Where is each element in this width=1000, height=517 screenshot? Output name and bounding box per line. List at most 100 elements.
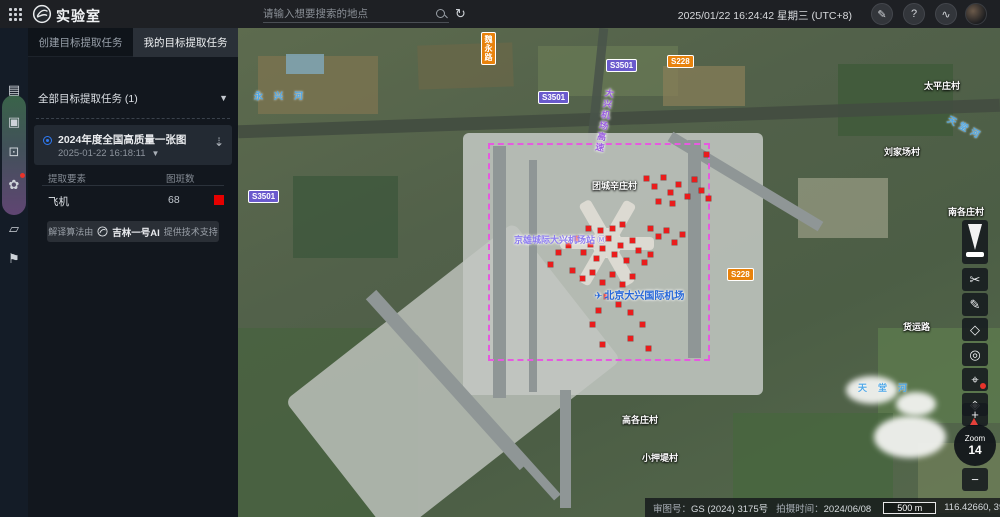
zoom-out-button[interactable]: − [962, 468, 988, 491]
change-detection-icon[interactable]: ⊡ [0, 138, 28, 166]
bookmark-icon[interactable]: ⚑ [0, 245, 28, 273]
tab-create-task[interactable]: 创建目标提取任务 [28, 28, 133, 57]
aircraft-detection-marker[interactable] [699, 188, 704, 193]
map-label-shield-purple: S3501 [606, 59, 637, 72]
map-label-shield-orange: S228 [667, 55, 694, 68]
aircraft-detection-marker[interactable] [628, 310, 633, 315]
annotation-pin-icon[interactable]: ⌖ [962, 368, 988, 391]
aircraft-detection-marker[interactable] [672, 240, 677, 245]
top-bar: 实验室 ↻ 2025/01/22 16:24:42 星期三 (UTC+8) ✎ … [0, 0, 1000, 28]
activity-monitor-icon[interactable]: ∿ [935, 3, 957, 25]
aircraft-detection-marker[interactable] [570, 268, 575, 273]
map-label-road-white: 货运路 [903, 320, 930, 333]
aircraft-detection-marker[interactable] [596, 308, 601, 313]
task-card[interactable]: 2024年度全国高质量一张图 2025-01-22 16:18:11▼ ⇣ [34, 125, 232, 165]
zoom-dial[interactable]: Zoom 14 [954, 424, 996, 466]
aircraft-detection-marker[interactable] [642, 260, 647, 265]
slider-track [968, 224, 982, 250]
aircraft-detection-marker[interactable] [648, 252, 653, 257]
task-filter-dropdown[interactable]: 全部目标提取任务 (1) ▼ [28, 85, 238, 111]
locate-icon[interactable]: ◎ [962, 343, 988, 366]
map-label-village: 刘家场村 [884, 145, 920, 158]
refresh-icon[interactable]: ↻ [455, 5, 466, 23]
aircraft-detection-marker[interactable] [630, 238, 635, 243]
aircraft-detection-marker[interactable] [612, 252, 617, 257]
aircraft-detection-marker[interactable] [656, 199, 661, 204]
aircraft-detection-marker[interactable] [668, 190, 673, 195]
aircraft-detection-marker[interactable] [594, 256, 599, 261]
apps-icon[interactable]: ✿ [0, 171, 28, 199]
apps-menu-icon[interactable] [9, 8, 22, 21]
map-label-village: 太平庄村 [924, 79, 960, 92]
aircraft-detection-marker[interactable] [616, 302, 621, 307]
zoom-pointer-icon [970, 418, 978, 425]
aircraft-detection-marker[interactable] [652, 184, 657, 189]
aircraft-detection-marker[interactable] [628, 336, 633, 341]
aircraft-detection-marker[interactable] [600, 280, 605, 285]
aircraft-detection-marker[interactable] [664, 228, 669, 233]
imagery-icon[interactable]: ▤ [0, 76, 28, 104]
map-label-village: 小押堤村 [642, 451, 678, 464]
aircraft-detection-marker[interactable] [676, 182, 681, 187]
map-label-village: 高各庄村 [622, 413, 658, 426]
aircraft-detection-marker[interactable] [680, 232, 685, 237]
scale-bar: 500 m [883, 502, 936, 514]
aircraft-detection-marker[interactable] [581, 250, 586, 255]
aircraft-detection-marker[interactable] [646, 346, 651, 351]
aircraft-detection-marker[interactable] [580, 276, 585, 281]
task-radio[interactable] [43, 136, 52, 145]
feature-count: 68 [168, 194, 180, 206]
panel-divider [36, 118, 230, 119]
aircraft-detection-marker[interactable] [600, 342, 605, 347]
user-avatar[interactable] [965, 3, 987, 25]
clip-scissors-icon[interactable]: ✂ [962, 268, 988, 291]
credit-suffix: 提供技术支持 [164, 225, 218, 238]
map-label-shield-orange: S228 [727, 268, 754, 281]
aircraft-detection-marker[interactable] [556, 250, 561, 255]
chevron-down-icon[interactable]: ▼ [152, 149, 160, 158]
aircraft-detection-marker[interactable] [636, 248, 641, 253]
aircraft-detection-marker[interactable] [648, 226, 653, 231]
task-datetime: 2025-01-22 16:18:11▼ [58, 148, 159, 159]
slider-handle[interactable] [966, 252, 984, 257]
aircraft-detection-marker[interactable] [640, 322, 645, 327]
tab-my-tasks[interactable]: 我的目标提取任务 [133, 28, 238, 57]
search-input[interactable] [263, 8, 435, 20]
draw-polygon-icon[interactable]: ▱ [0, 215, 28, 243]
aircraft-detection-marker[interactable] [600, 246, 605, 251]
aircraft-detection-marker[interactable] [610, 272, 615, 277]
aircraft-detection-marker[interactable] [548, 262, 553, 267]
table-row[interactable]: 飞机 68 [48, 194, 224, 208]
aircraft-detection-marker[interactable] [630, 274, 635, 279]
tilt-slider[interactable] [962, 220, 988, 264]
aircraft-detection-marker[interactable] [590, 322, 595, 327]
aircraft-detection-marker[interactable] [661, 175, 666, 180]
aircraft-detection-marker[interactable] [618, 243, 623, 248]
aircraft-detection-marker[interactable] [620, 222, 625, 227]
target-extraction-icon[interactable]: ▣ [0, 108, 28, 136]
cloud-download-icon[interactable]: ⇣ [214, 135, 224, 149]
polygon-select-icon[interactable]: ◇ [962, 318, 988, 341]
aircraft-detection-marker[interactable] [704, 152, 709, 157]
aircraft-detection-marker[interactable] [656, 234, 661, 239]
algorithm-credit: 解译算法由 吉林一号AI 提供技术支持 [47, 221, 219, 242]
aircraft-detection-marker[interactable] [624, 258, 629, 263]
aircraft-detection-marker[interactable] [590, 270, 595, 275]
aircraft-detection-marker[interactable] [706, 196, 711, 201]
aircraft-detection-marker[interactable] [586, 226, 591, 231]
aircraft-detection-marker[interactable] [610, 226, 615, 231]
coordinates-display: 116.42660, 39.53656 [944, 502, 1000, 513]
measure-pencil-icon[interactable]: ✎ [962, 293, 988, 316]
feedback-note-icon[interactable]: ✎ [871, 3, 893, 25]
aircraft-detection-marker[interactable] [644, 176, 649, 181]
label-glyph-icon: Ⓜ [597, 235, 606, 245]
map-label-village: 南各庄村 [948, 205, 984, 218]
help-icon[interactable]: ? [903, 3, 925, 25]
search-icon[interactable] [435, 8, 447, 20]
aircraft-detection-marker[interactable] [685, 194, 690, 199]
app-window: 实验室 ↻ 2025/01/22 16:24:42 星期三 (UTC+8) ✎ … [0, 0, 1000, 517]
map-canvas[interactable]: S3501S3501S3501S228S228魏永路货运路太平庄村刘家场村南各庄… [238, 28, 1000, 517]
aircraft-detection-marker[interactable] [670, 201, 675, 206]
notification-badge [980, 383, 986, 389]
aircraft-detection-marker[interactable] [692, 177, 697, 182]
